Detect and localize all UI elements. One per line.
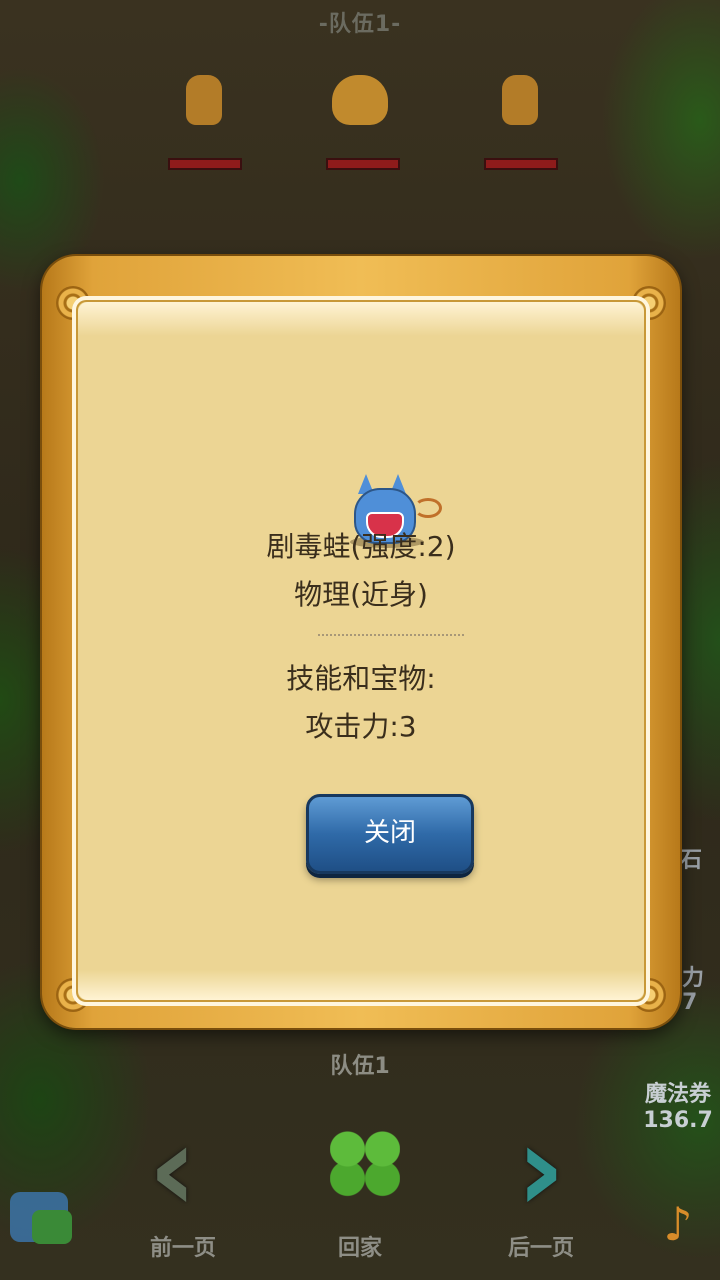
home-label: 回家 bbox=[337, 1236, 382, 1261]
unit-info-dialog: 剧毒蛙(强度:2) 物理(近身) 技能和宝物: 攻击力:3 关闭 bbox=[42, 256, 680, 1028]
clover-icon bbox=[330, 1128, 400, 1198]
sound-icon[interactable]: ♪ bbox=[646, 1196, 710, 1252]
skill-attack-power: 攻击力:3 bbox=[305, 710, 417, 743]
prev-page-label: 前一页 bbox=[149, 1236, 216, 1261]
enemy-unit-center[interactable] bbox=[330, 55, 390, 135]
enemy-hp-bar bbox=[484, 158, 558, 170]
close-button[interactable]: 关闭 bbox=[306, 794, 474, 874]
unit-attack-type: 物理(近身) bbox=[294, 578, 428, 611]
next-page-label: 后一页 bbox=[507, 1236, 574, 1261]
chevron-left-icon: ‹ bbox=[148, 1100, 198, 1239]
side-label: 石 bbox=[680, 848, 703, 873]
magic-ticket-value: 136.7 bbox=[643, 1108, 713, 1133]
chevron-right-icon: › bbox=[516, 1100, 566, 1239]
enemy-unit-right[interactable] bbox=[490, 55, 550, 135]
magic-ticket-label: 魔法券 bbox=[644, 1082, 711, 1107]
enemy-hp-bar bbox=[168, 158, 242, 170]
enemy-team-label: -队伍1- bbox=[318, 12, 402, 37]
next-page-button[interactable]: › 后一页 bbox=[486, 1110, 596, 1270]
prev-page-button[interactable]: ‹ 前一页 bbox=[128, 1110, 238, 1270]
side-label: 7 bbox=[682, 990, 698, 1015]
enemy-unit-left[interactable] bbox=[174, 55, 234, 135]
magic-ticket-counter[interactable]: 魔法券 136.7 bbox=[636, 1082, 720, 1134]
chat-icon[interactable] bbox=[10, 1192, 72, 1244]
home-button[interactable]: 回家 bbox=[305, 1110, 415, 1270]
player-team-label: 队伍1 bbox=[330, 1054, 390, 1079]
enemy-hp-bar bbox=[326, 158, 400, 170]
divider bbox=[318, 634, 464, 636]
side-label: 力 bbox=[682, 966, 705, 991]
unit-name: 剧毒蛙(强度:2) bbox=[266, 530, 456, 563]
skills-header: 技能和宝物: bbox=[286, 662, 436, 695]
dialog-paper: 剧毒蛙(强度:2) 物理(近身) 技能和宝物: 攻击力:3 关闭 bbox=[72, 296, 650, 1006]
